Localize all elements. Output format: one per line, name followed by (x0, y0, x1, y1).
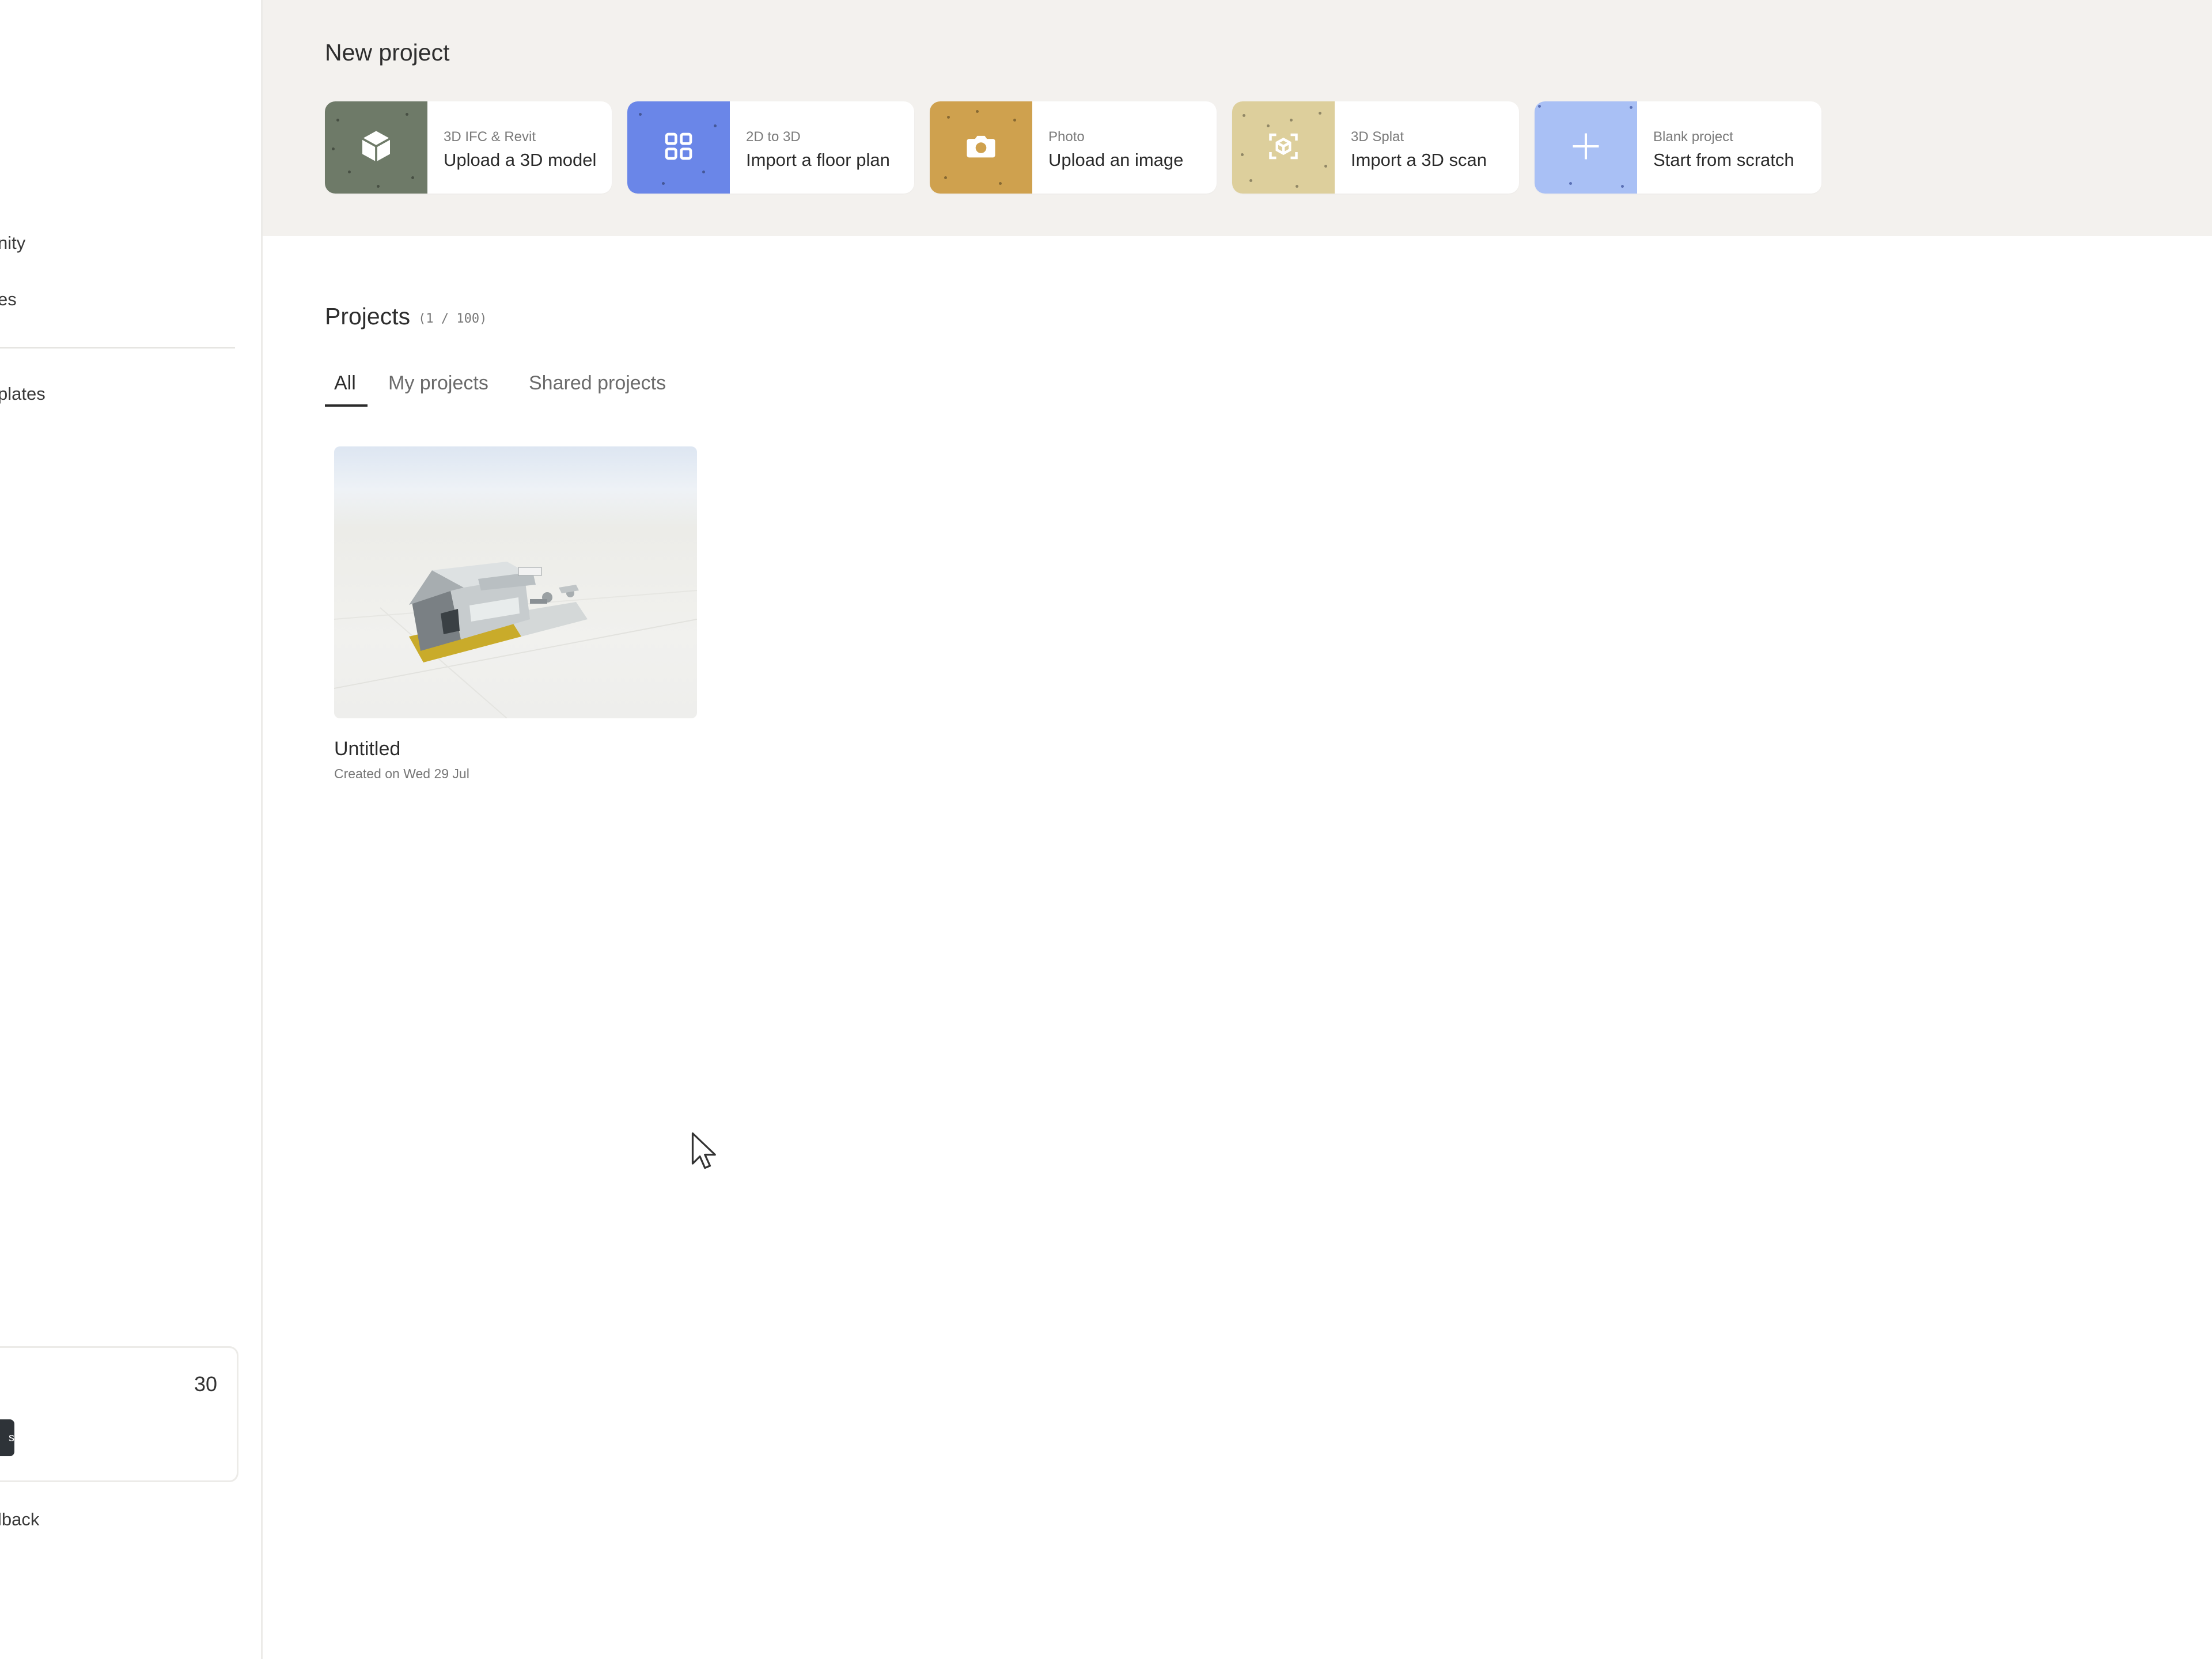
mouse-cursor-icon (691, 1132, 716, 1169)
card-thumb (1232, 101, 1335, 194)
projects-count: (1 / 100) (418, 312, 487, 326)
tab-all[interactable]: All (334, 372, 356, 395)
credits-card: 30 s (0, 1346, 238, 1482)
plus-icon (1569, 129, 1603, 166)
card-title: Upload a 3D model (444, 150, 597, 170)
new-project-title: New project (325, 39, 450, 66)
card-subtitle: Photo (1048, 129, 1085, 145)
projects-title: Projects (325, 303, 411, 329)
tab-my-projects[interactable]: My projects (388, 372, 488, 395)
card-thumb (325, 101, 427, 194)
sidebar-item-community[interactable]: nity (0, 233, 25, 253)
card-title: Import a floor plan (746, 150, 890, 170)
new-project-card-blank[interactable]: Blank project Start from scratch (1535, 101, 1821, 194)
credits-button[interactable]: s (0, 1419, 14, 1456)
credits-count: 30 (194, 1372, 217, 1396)
sidebar-item-templates[interactable]: plates (0, 384, 46, 404)
new-project-card-3d-model[interactable]: 3D IFC & Revit Upload a 3D model (325, 101, 612, 194)
sidebar: nity es plates 30 s lback (0, 0, 263, 1659)
card-subtitle: 3D Splat (1351, 129, 1404, 145)
card-title: Import a 3D scan (1351, 150, 1487, 170)
project-created-date: Created on Wed 29 Jul (334, 766, 469, 781)
cube-icon (358, 128, 395, 168)
project-thumbnail[interactable] (334, 446, 697, 718)
new-project-card-3d-scan[interactable]: 3D Splat Import a 3D scan (1232, 101, 1519, 194)
projects-heading: Projects (1 / 100) (325, 303, 487, 330)
card-title: Upload an image (1048, 150, 1184, 170)
card-subtitle: 3D IFC & Revit (444, 129, 536, 145)
house-render-image (334, 562, 697, 718)
card-subtitle: Blank project (1653, 129, 1733, 145)
sidebar-item-es[interactable]: es (0, 289, 17, 310)
project-card[interactable]: Untitled Created on Wed 29 Jul (334, 446, 697, 782)
card-thumb (627, 101, 730, 194)
new-project-card-image[interactable]: Photo Upload an image (930, 101, 1217, 194)
sidebar-divider (0, 347, 235, 349)
camera-icon (963, 128, 999, 167)
tab-shared-projects[interactable]: Shared projects (529, 372, 666, 395)
new-project-card-floor-plan[interactable]: 2D to 3D Import a floor plan (627, 101, 914, 194)
sidebar-item-feedback[interactable]: lback (0, 1509, 39, 1530)
card-thumb (930, 101, 1032, 194)
card-thumb (1535, 101, 1637, 194)
scan-icon (1266, 129, 1301, 166)
card-subtitle: 2D to 3D (746, 129, 801, 145)
tab-active-underline (325, 404, 368, 407)
card-title: Start from scratch (1653, 150, 1794, 170)
grid-icon (662, 130, 695, 165)
project-name[interactable]: Untitled (334, 738, 697, 760)
